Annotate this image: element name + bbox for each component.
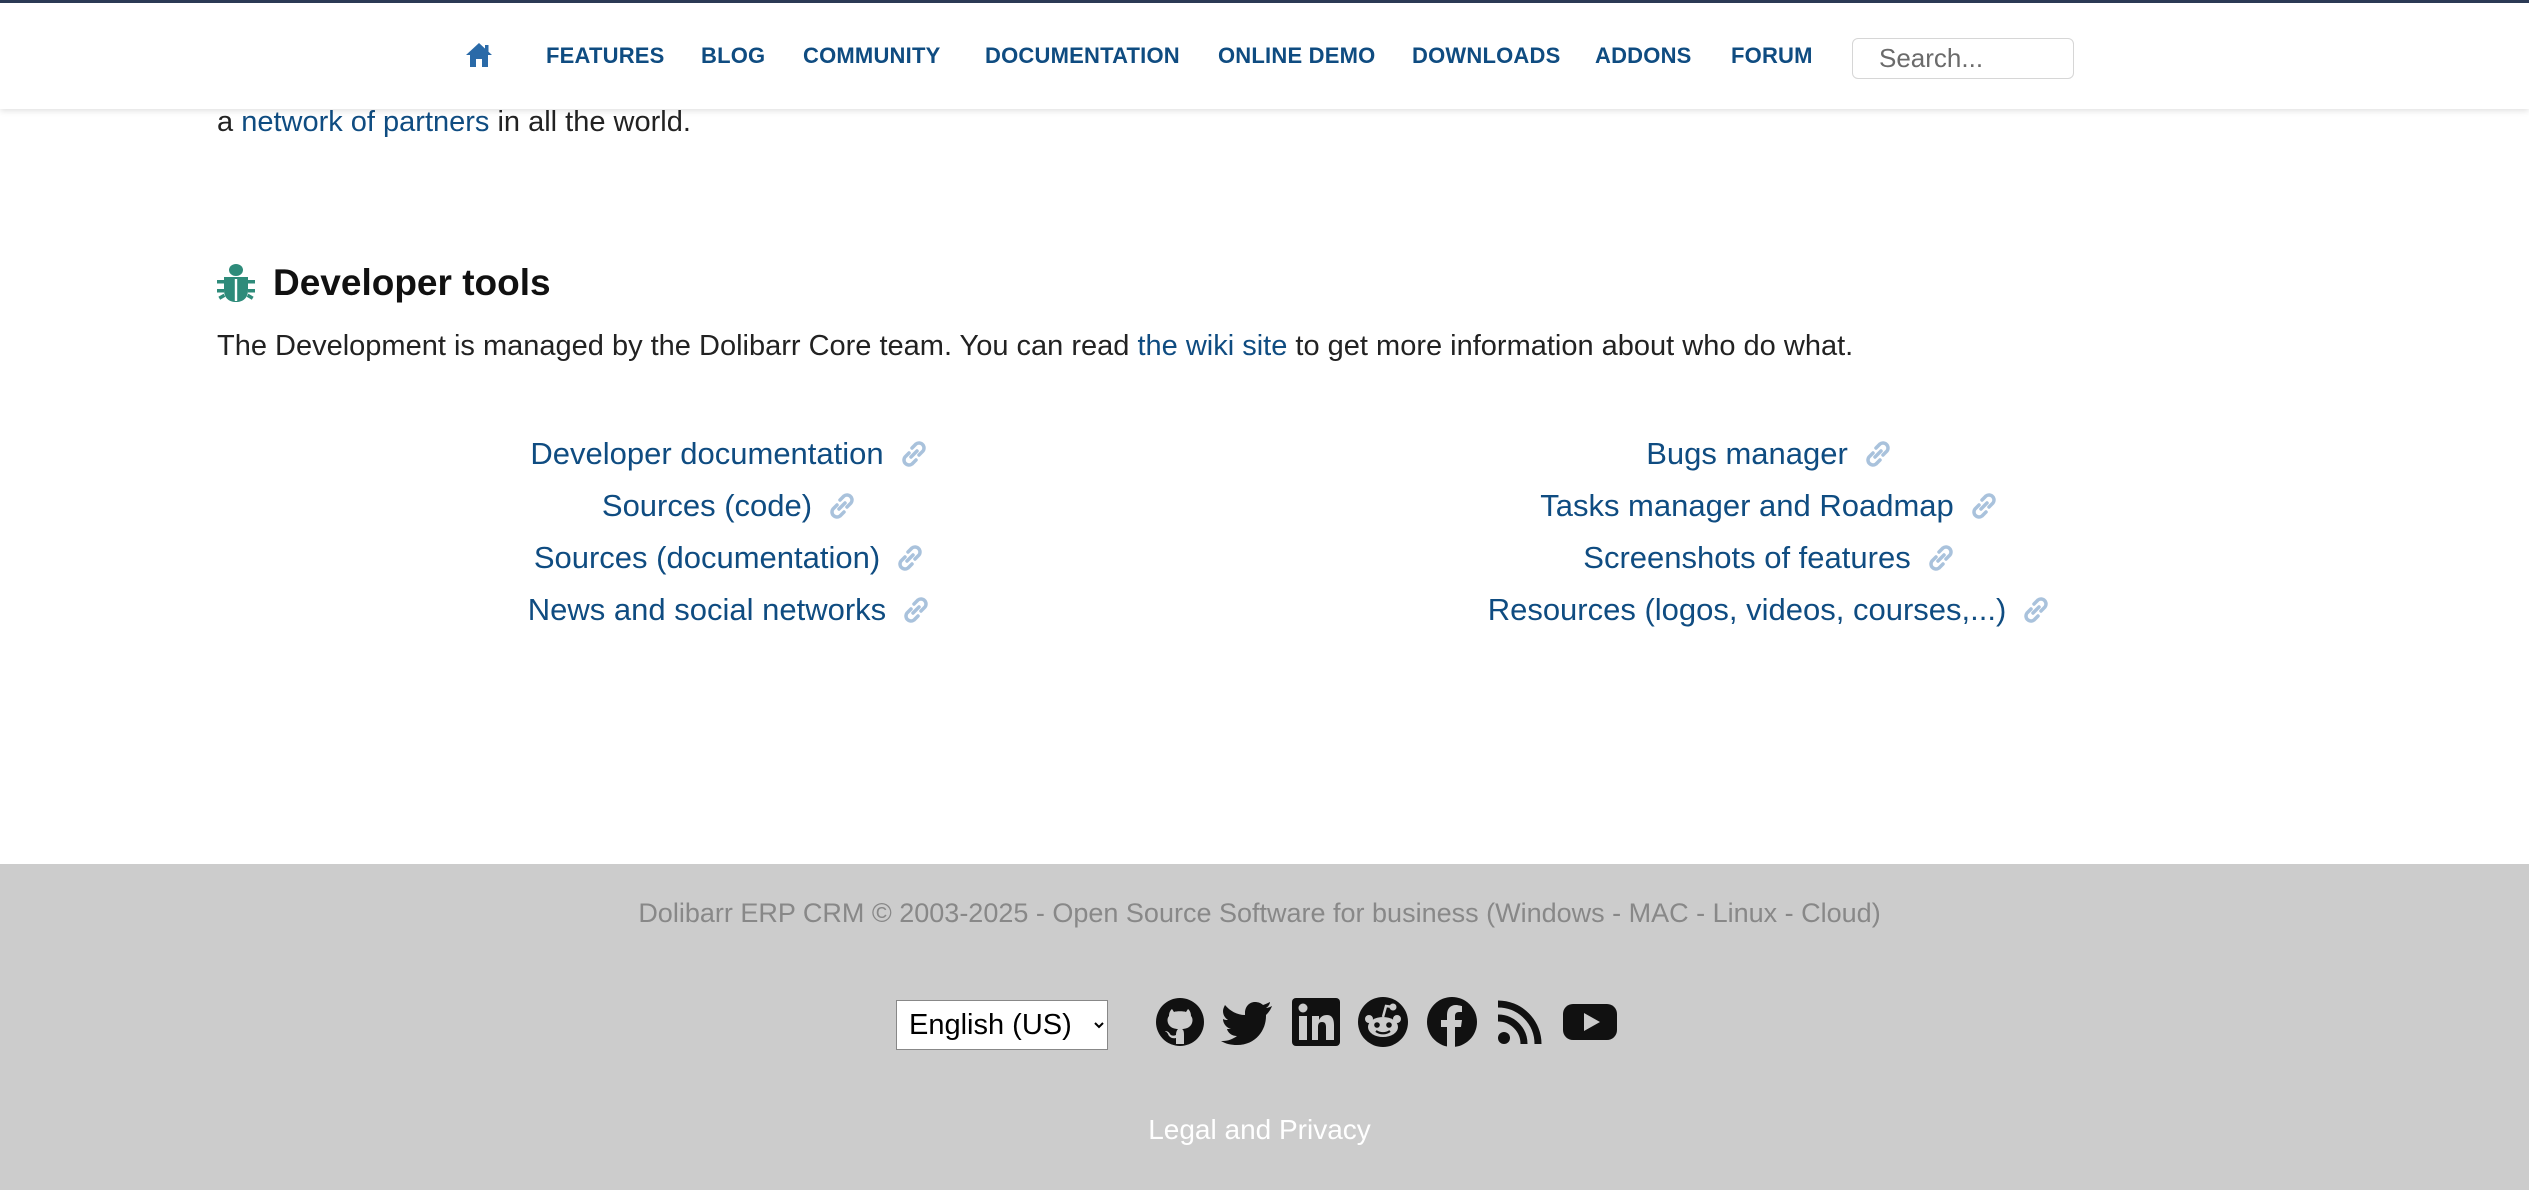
home-icon[interactable] (464, 41, 494, 69)
link-label: Developer documentation (530, 436, 884, 471)
chain-link-icon (901, 441, 926, 467)
nav-online-demo[interactable]: ONLINE DEMO (1218, 43, 1375, 69)
reddit-icon[interactable] (1355, 994, 1411, 1050)
link-label: Screenshots of features (1583, 540, 1911, 575)
nav-forum[interactable]: FORUM (1731, 43, 1813, 69)
facebook-icon[interactable] (1424, 994, 1480, 1050)
wiki-link[interactable]: the wiki site (1137, 330, 1287, 362)
chain-link-icon (898, 545, 922, 571)
nav-addons[interactable]: ADDONS (1595, 43, 1692, 69)
copyright-text: Dolibarr ERP CRM © 2003-2025 - Open Sour… (638, 898, 1881, 928)
chain-link-icon (904, 597, 928, 623)
nav-blog[interactable]: BLOG (701, 43, 765, 69)
search-input[interactable] (1852, 38, 2074, 79)
link-label: Bugs manager (1646, 436, 1848, 471)
nav-downloads[interactable]: DOWNLOADS (1412, 43, 1560, 69)
intro-text: a network of partners in all the world. (217, 106, 691, 139)
nav-documentation[interactable]: DOCUMENTATION (985, 43, 1180, 69)
developer-tools-description: The Development is managed by the Doliba… (217, 330, 1853, 363)
github-icon[interactable] (1152, 994, 1208, 1050)
bugs-manager-link[interactable]: Bugs manager (1646, 428, 1894, 480)
language-select[interactable]: English (US) (896, 1000, 1108, 1050)
chain-link-icon (1972, 493, 1996, 519)
intro-suffix: in all the world. (489, 106, 691, 138)
resources-link[interactable]: Resources (logos, videos, courses,...) (1488, 584, 2053, 636)
sources-code-link[interactable]: Sources (code) (602, 480, 858, 532)
link-label: Resources (logos, videos, courses,...) (1487, 592, 2007, 627)
link-label: Sources (code) (601, 488, 813, 523)
nav-features[interactable]: FEATURES (546, 43, 665, 69)
footer: Dolibarr ERP CRM © 2003-2025 - Open Sour… (0, 864, 2529, 1190)
desc-prefix: The Development is managed by the Doliba… (217, 330, 1138, 362)
nav-community[interactable]: COMMUNITY (803, 43, 940, 69)
screenshots-features-link[interactable]: Screenshots of features (1583, 532, 1956, 584)
rss-icon[interactable] (1492, 994, 1548, 1050)
linkedin-icon[interactable] (1288, 994, 1344, 1050)
desc-suffix: to get more information about who do wha… (1287, 330, 1854, 362)
tools-left-column: Developer documentation Sources (code) S… (380, 428, 1080, 636)
bug-icon (217, 264, 255, 302)
news-social-networks-link[interactable]: News and social networks (528, 584, 932, 636)
sources-documentation-link[interactable]: Sources (documentation) (534, 532, 926, 584)
tools-right-column: Bugs manager Tasks manager and Roadmap S… (1420, 428, 2120, 636)
legal-privacy-link[interactable]: Legal and Privacy (0, 1114, 2519, 1146)
partners-link[interactable]: network of partners (241, 106, 489, 138)
developer-tools-heading: Developer tools (217, 259, 551, 307)
chain-link-icon (830, 493, 854, 519)
page: FEATURES BLOG COMMUNITY DOCUMENTATION ON… (0, 0, 2529, 1190)
tasks-manager-roadmap-link[interactable]: Tasks manager and Roadmap (1540, 480, 2000, 532)
chain-link-icon (1866, 441, 1890, 467)
section-title: Developer tools (273, 262, 551, 303)
link-label: News and social networks (527, 592, 887, 627)
chain-link-icon (1928, 545, 1953, 571)
link-label: Sources (documentation) (533, 540, 881, 575)
top-navigation: FEATURES BLOG COMMUNITY DOCUMENTATION ON… (0, 0, 2529, 109)
link-label: Tasks manager and Roadmap (1540, 488, 1954, 523)
chain-link-icon (2024, 597, 2049, 623)
twitter-icon[interactable] (1220, 994, 1276, 1050)
developer-documentation-link[interactable]: Developer documentation (530, 428, 929, 480)
youtube-icon[interactable] (1562, 994, 1618, 1050)
intro-prefix: a (217, 106, 242, 138)
